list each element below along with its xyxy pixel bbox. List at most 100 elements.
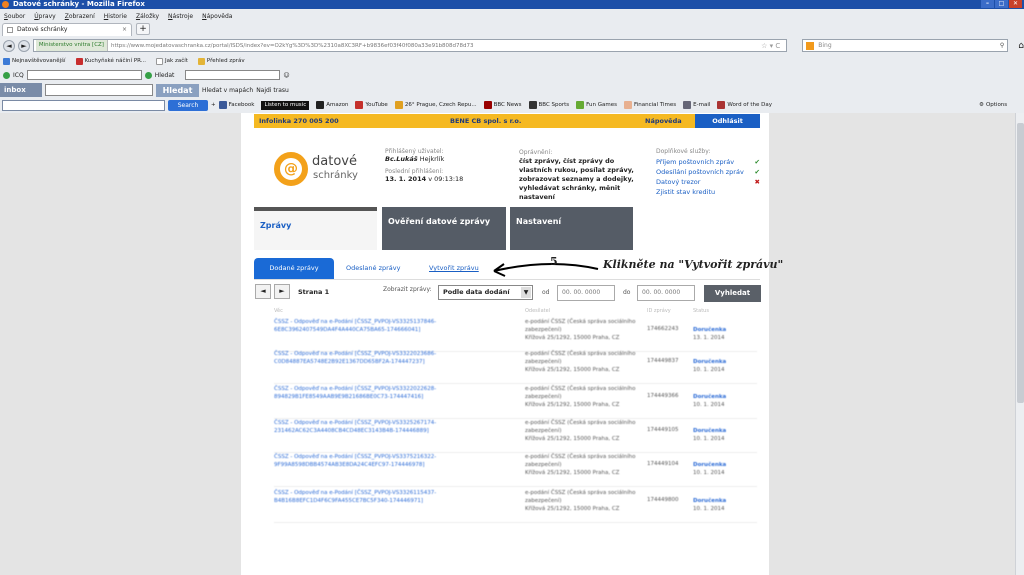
menu-napoveda[interactable]: Nápověda bbox=[202, 13, 232, 20]
bookmark-item[interactable]: Jak začít bbox=[156, 57, 188, 65]
toolbar-search-button[interactable]: Search bbox=[168, 99, 208, 111]
address-bar[interactable]: Ministerstvo vnitra [CZ] https://www.moj… bbox=[32, 39, 788, 52]
tab-odeslane-zpravy[interactable]: Odeslané zprávy bbox=[346, 258, 401, 279]
bookmark-icon bbox=[197, 57, 205, 65]
bookmark-item[interactable]: Přehled zpráv bbox=[197, 57, 245, 65]
create-message-link[interactable]: Vytvořit zprávu bbox=[429, 258, 479, 279]
scrollbar-thumb[interactable] bbox=[1017, 123, 1024, 403]
bookmark-star-icon[interactable]: ☆ ▾ C bbox=[761, 42, 780, 50]
icq-hledat[interactable]: Hledat bbox=[155, 72, 175, 79]
user-name: Hejkrlík bbox=[419, 155, 445, 163]
bookmark-item[interactable]: Nejnavštěvovanější bbox=[3, 57, 66, 65]
sort-select[interactable]: Podle data dodání ▼ bbox=[438, 285, 533, 300]
toolbar-fun-games[interactable]: Fun Games bbox=[576, 101, 617, 109]
menu-historie[interactable]: Historie bbox=[104, 13, 127, 20]
toolbar-bbc-sports[interactable]: BBC Sports bbox=[528, 101, 569, 109]
close-window-button[interactable]: ✕ bbox=[1009, 0, 1022, 8]
message-subject[interactable]: ČSSZ - Odpověď na e-Podání [ČSSZ_PVPOJ-V… bbox=[274, 350, 502, 366]
browser-tab[interactable]: Datové schránky × bbox=[2, 22, 132, 36]
forward-button[interactable]: ► bbox=[17, 39, 30, 52]
step-number: 5 bbox=[550, 255, 558, 268]
inbox-search-input[interactable] bbox=[45, 84, 153, 96]
icq-search-select[interactable] bbox=[26, 70, 142, 80]
smiley-icon[interactable]: ☺ bbox=[283, 72, 289, 79]
home-icon[interactable]: ⌂ bbox=[1018, 41, 1024, 51]
menu-zalozky[interactable]: Záložky bbox=[136, 13, 159, 20]
toolbar-weather[interactable]: 26° Prague, Czech Repu... bbox=[394, 101, 477, 109]
toolbar-bbc-news[interactable]: BBC News bbox=[483, 101, 522, 109]
web-search-box[interactable]: Bing ⚲ bbox=[802, 39, 1009, 52]
maximize-button[interactable]: □ bbox=[995, 0, 1008, 8]
toolbar-facebook[interactable]: Facebook bbox=[218, 101, 254, 109]
url-text[interactable]: https://www.mojedatovaschranka.cz/portal… bbox=[108, 43, 474, 49]
tab-dodane-zpravy[interactable]: Dodané zprávy bbox=[254, 258, 334, 279]
user-info: Přihlášený uživatel: Bc.Lukáš Hejkrlík P… bbox=[385, 148, 464, 183]
toolbar-financial-times[interactable]: Financial Times bbox=[624, 101, 676, 109]
bookmark-item[interactable]: Kuchyňské náčiní PR... bbox=[75, 57, 146, 65]
minimize-button[interactable]: – bbox=[981, 0, 994, 8]
bookmark-icon bbox=[3, 57, 10, 65]
service-item[interactable]: Zjistit stav kreditu bbox=[656, 187, 760, 197]
toolbar-music[interactable]: Listen to music bbox=[261, 100, 310, 110]
message-status: Doručenka 10. 1. 2014 bbox=[693, 498, 727, 512]
bing-icon[interactable] bbox=[806, 41, 815, 50]
tab-overeni[interactable]: Ověření datové zprávy bbox=[382, 207, 506, 250]
logout-button[interactable]: Odhlásit bbox=[695, 114, 760, 128]
table-row[interactable]: ČSSZ - Odpověď na e-Podání [ČSSZ_PVPOJ-V… bbox=[274, 453, 757, 487]
vertical-scrollbar[interactable] bbox=[1015, 113, 1024, 575]
table-row[interactable]: ČSSZ - Odpověď na e-Podání [ČSSZ_PVPOJ-V… bbox=[274, 318, 757, 352]
toolbar-word-of-day[interactable]: Word of the Day bbox=[717, 101, 772, 109]
tab-label: Datové schránky bbox=[17, 25, 68, 33]
table-row[interactable]: ČSSZ - Odpověď na e-Podání [ČSSZ_PVPOJ-V… bbox=[274, 489, 757, 523]
toolbar-amazon[interactable]: Amazon bbox=[316, 101, 348, 109]
route-search[interactable]: Najdi trasu bbox=[256, 87, 289, 94]
message-subject[interactable]: ČSSZ - Odpověď na e-Podání [ČSSZ_PVPOJ-V… bbox=[274, 453, 502, 469]
date-to-input[interactable]: 00. 00. 0000 bbox=[637, 285, 695, 301]
service-item[interactable]: Datový trezor ✖ bbox=[656, 177, 760, 187]
menu-zobrazeni[interactable]: Zobrazení bbox=[65, 13, 95, 20]
message-subject[interactable]: ČSSZ - Odpověď na e-Podání [ČSSZ_PVPOJ-V… bbox=[274, 489, 502, 505]
add-icon[interactable]: + bbox=[211, 102, 216, 108]
additional-services: Doplňkové služby: Příjem poštovních zprá… bbox=[656, 148, 760, 197]
menu-nastroje[interactable]: Nástroje bbox=[168, 13, 193, 20]
search-button[interactable]: Vyhledat bbox=[704, 285, 761, 302]
message-subject[interactable]: ČSSZ - Odpověď na e-Podání [ČSSZ_PVPOJ-V… bbox=[274, 318, 502, 334]
close-tab-icon[interactable]: × bbox=[122, 24, 127, 36]
inbox-search-button[interactable]: Hledat bbox=[156, 83, 199, 97]
menu-upravy[interactable]: Úpravy bbox=[34, 13, 55, 20]
back-button[interactable]: ◄ bbox=[3, 39, 15, 52]
message-sender: e-podání ČSSZ (Česká správa sociálního z… bbox=[525, 351, 636, 373]
service-item[interactable]: Příjem poštovních zpráv ✔ bbox=[656, 157, 760, 167]
table-row[interactable]: ČSSZ - Odpověď na e-Podání [ČSSZ_PVPOJ-V… bbox=[274, 385, 757, 419]
page-label: Strana 1 bbox=[298, 288, 330, 296]
toolbar-options[interactable]: ⚙ Options bbox=[979, 102, 1007, 108]
message-subject[interactable]: ČSSZ - Odpověď na e-Podání [ČSSZ_PVPOJ-V… bbox=[274, 385, 502, 401]
new-tab-button[interactable]: + bbox=[136, 23, 150, 35]
user-title: Bc.Lukáš bbox=[385, 155, 418, 163]
toolbar-youtube[interactable]: YouTube bbox=[355, 101, 388, 109]
date-from-input[interactable]: 00. 00. 0000 bbox=[557, 285, 615, 301]
menu-soubor[interactable]: Soubor bbox=[4, 13, 25, 20]
tab-zpravy[interactable]: Zprávy bbox=[254, 207, 377, 250]
icq-slider[interactable] bbox=[185, 70, 281, 80]
help-link[interactable]: Nápověda bbox=[645, 114, 682, 128]
firefox-icon bbox=[2, 1, 9, 8]
message-id: 174449800 bbox=[647, 497, 679, 503]
table-row[interactable]: ČSSZ - Odpověď na e-Podání [ČSSZ_PVPOJ-V… bbox=[274, 350, 757, 384]
site-identity[interactable]: Ministerstvo vnitra [CZ] bbox=[35, 40, 108, 51]
toolbar-email[interactable]: E-mail bbox=[683, 101, 710, 109]
search-icon[interactable]: ⚲ bbox=[1000, 42, 1004, 49]
message-subject[interactable]: ČSSZ - Odpověď na e-Podání [ČSSZ_PVPOJ-V… bbox=[274, 419, 502, 435]
inbox-toolbar: inbox Hledat Hledat v mapách Najdi trasu bbox=[0, 82, 1024, 98]
toolbar-search-input[interactable] bbox=[2, 99, 165, 111]
icq-label[interactable]: ICQ bbox=[13, 72, 24, 79]
maps-search[interactable]: Hledat v mapách bbox=[202, 87, 253, 94]
prev-page-button[interactable]: ◄ bbox=[255, 284, 271, 299]
window-titlebar: Datové schránky - Mozilla Firefox – □ ✕ bbox=[0, 0, 1024, 9]
message-id: 174449104 bbox=[647, 461, 679, 467]
company-name: BENE CB spol. s r.o. bbox=[450, 117, 522, 125]
service-item[interactable]: Odesílání poštovních zpráv ✔ bbox=[656, 167, 760, 177]
tab-nastaveni[interactable]: Nastavení bbox=[510, 207, 633, 250]
table-row[interactable]: ČSSZ - Odpověď na e-Podání [ČSSZ_PVPOJ-V… bbox=[274, 419, 757, 453]
next-page-button[interactable]: ► bbox=[274, 284, 290, 299]
